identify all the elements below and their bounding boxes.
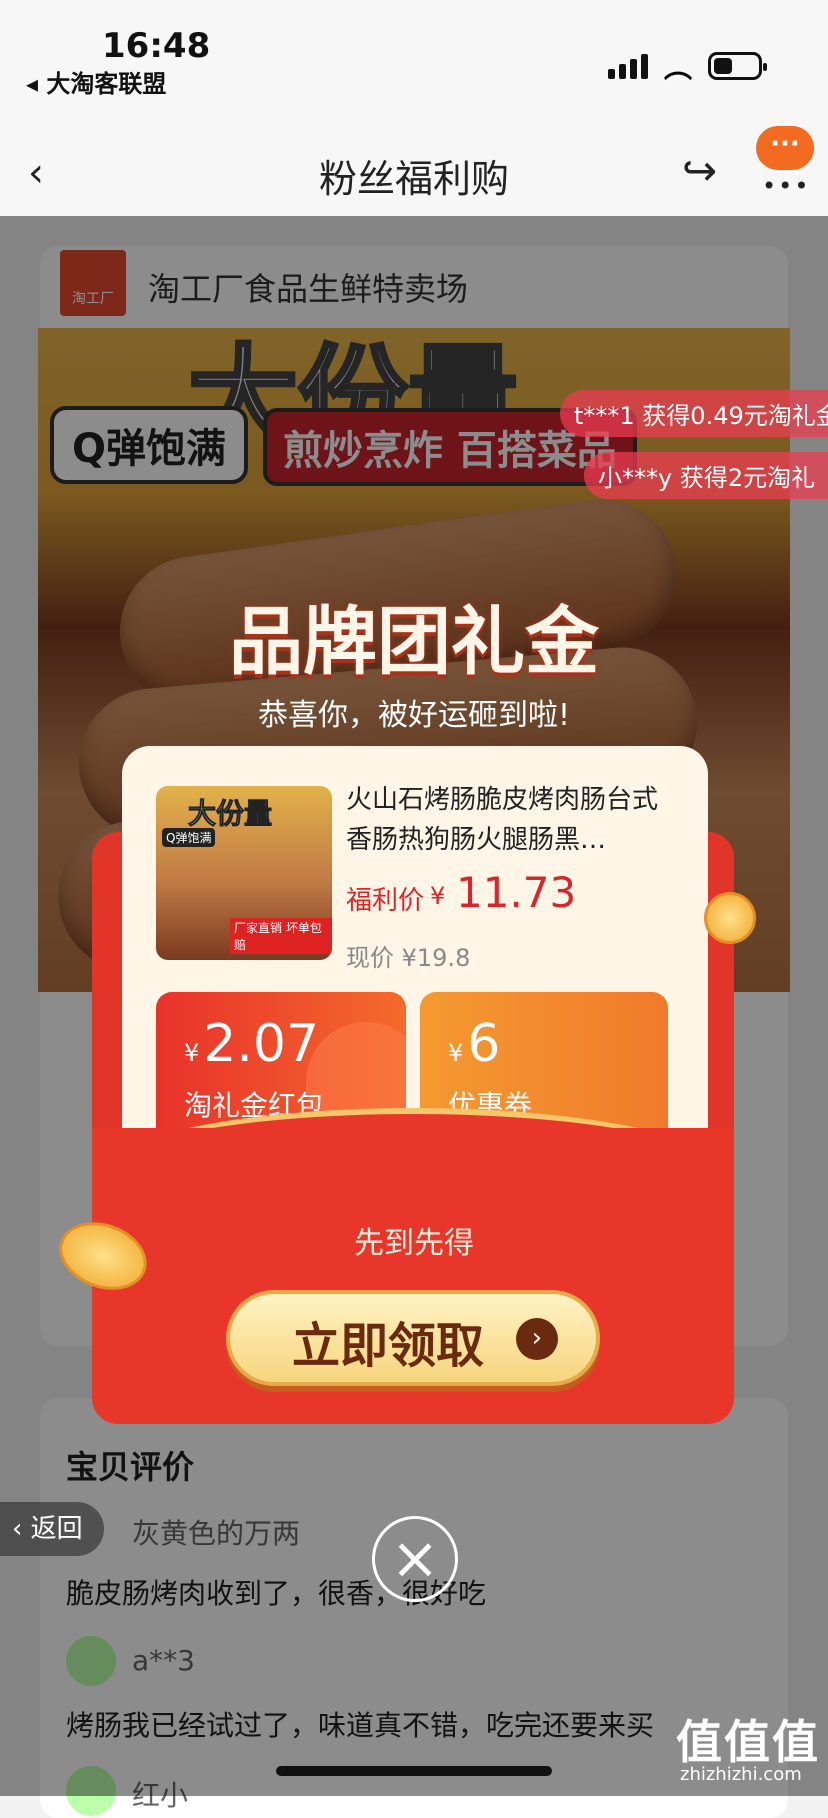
welfare-price: 11.73 — [456, 868, 577, 917]
barrage-message: t***1 获得0.49元淘礼金 — [560, 390, 828, 437]
thumb-big-text: 大份量 — [187, 797, 273, 831]
coupon-amount: 6 — [467, 1014, 501, 1074]
thumb-tag: Q弹饱满 — [162, 828, 216, 847]
more-dots-icon[interactable]: ••• — [762, 172, 810, 200]
product-thumbnail[interactable]: 大份量 Q弹饱满 厂家直销 坏单包赔 — [156, 786, 332, 960]
status-time: 16:48 — [102, 26, 211, 66]
chevron-right-icon: › — [516, 1318, 558, 1360]
message-bubble-icon[interactable]: ··· — [756, 126, 814, 170]
popup-subtitle: 恭喜你，被好运砸到啦! — [257, 698, 571, 733]
claim-button[interactable]: 立即领取 › — [226, 1290, 600, 1386]
back-button-label: 返回 — [30, 1514, 83, 1544]
watermark-url: zhizhizhi.com — [680, 1764, 802, 1785]
coupon-yen: ¥ — [184, 1039, 200, 1067]
coupon-value: ¥6 — [448, 1014, 500, 1074]
signal-icon — [607, 53, 648, 79]
wifi-icon: ︵ — [663, 51, 692, 84]
close-icon[interactable]: × — [372, 1516, 458, 1602]
status-icons: ︵ — [607, 46, 767, 86]
nav-bar: ‹ 粉丝福利购 ↪ ··· ••• — [0, 110, 828, 216]
status-bar: 16:48 ◂ 大淘客联盟 ︵ — [0, 0, 828, 110]
gold-coin-icon — [704, 892, 756, 944]
coupon-yen: ¥ — [448, 1039, 464, 1067]
barrage-message: 小***y 获得2元淘礼 — [584, 452, 828, 499]
current-price: 现价 ¥19.8 — [346, 944, 471, 972]
battery-icon — [708, 52, 767, 80]
coupon-value: ¥2.07 — [184, 1014, 319, 1074]
popup-title: 品牌团礼金 — [229, 599, 599, 685]
coupon-amount: 2.07 — [203, 1014, 320, 1074]
welfare-price-label: 福利价 — [346, 886, 425, 916]
claim-button-label: 立即领取 — [292, 1318, 485, 1374]
watermark-logo: 值值值 — [676, 1715, 820, 1769]
thumb-tag: 厂家直销 坏单包赔 — [230, 918, 332, 954]
back-to-app-link[interactable]: ◂ 大淘客联盟 — [26, 64, 166, 99]
back-button[interactable]: ‹ 返回 — [0, 1502, 104, 1556]
home-indicator[interactable] — [276, 1766, 552, 1776]
share-icon[interactable]: ↪ — [682, 146, 717, 195]
product-name: 火山石烤肠脆皮烤肉肠台式香肠热狗肠火腿肠黑… — [346, 785, 659, 855]
currency-symbol: ¥ — [430, 882, 446, 910]
